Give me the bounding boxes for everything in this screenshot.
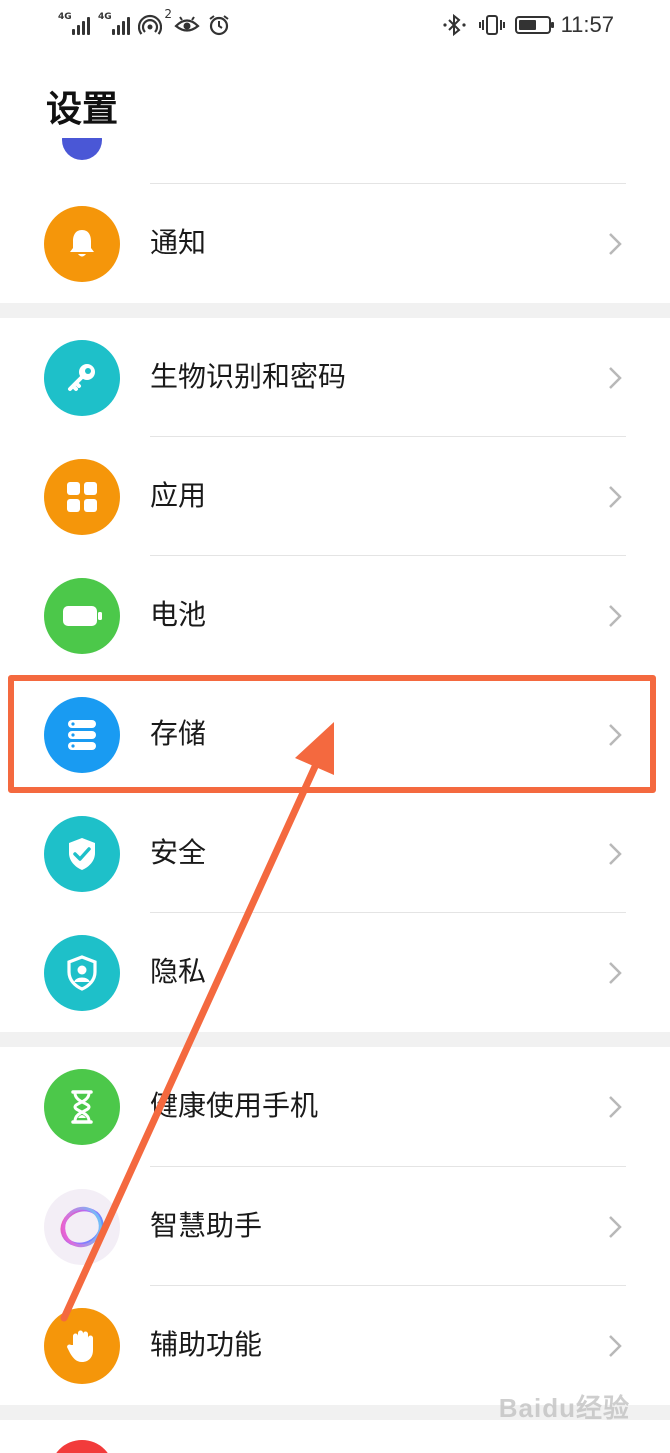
status-bar: 4G 4G 2 11:57 <box>0 0 670 52</box>
settings-item-label: 生物识别和密码 <box>150 360 347 393</box>
chevron-right-icon <box>609 1096 622 1118</box>
chevron-right-icon <box>609 605 622 627</box>
settings-item-label: 智慧助手 <box>150 1209 263 1242</box>
shield-check-icon <box>44 816 120 892</box>
settings-item-biometrics[interactable]: 生物识别和密码 <box>0 318 670 437</box>
section-separator <box>0 1032 670 1047</box>
settings-item-digital-balance[interactable]: 健康使用手机 <box>0 1047 670 1166</box>
privacy-shield-icon <box>44 935 120 1011</box>
key-icon <box>44 340 120 416</box>
battery-status-icon <box>514 16 554 34</box>
chevron-right-icon <box>609 1335 622 1357</box>
hourglass-icon <box>44 1069 120 1145</box>
bluetooth-icon <box>442 13 466 37</box>
chevron-right-icon <box>609 843 622 865</box>
watermark-logo: Baidu经验 <box>498 1393 630 1423</box>
page-title: 设置 <box>46 89 119 130</box>
clock: 11:57 <box>560 12 614 37</box>
hotspot-count: 2 <box>164 7 172 21</box>
settings-item-label: 健康使用手机 <box>150 1089 319 1122</box>
chevron-right-icon <box>609 486 622 508</box>
vibrate-icon <box>478 15 505 35</box>
settings-item-label: 通知 <box>150 226 207 259</box>
settings-item-security[interactable]: 安全 <box>0 794 670 913</box>
chevron-right-icon <box>609 233 622 255</box>
settings-item-label: 电池 <box>150 598 207 631</box>
chevron-right-icon <box>609 1216 622 1238</box>
signal-sim1-icon: 4G <box>58 13 90 35</box>
alarm-icon <box>209 15 229 36</box>
bell-icon <box>44 206 120 282</box>
eye-icon <box>174 16 200 32</box>
settings-item-smart-assistant[interactable]: 智慧助手 <box>0 1167 670 1286</box>
settings-item-battery[interactable]: 电池 <box>0 556 670 675</box>
settings-item-notifications[interactable]: 通知 <box>0 184 670 303</box>
assistant-orb-icon <box>44 1189 120 1265</box>
chevron-right-icon <box>609 367 622 389</box>
settings-item-apps[interactable]: 应用 <box>0 437 670 556</box>
hand-icon <box>44 1308 120 1384</box>
settings-item-label: 安全 <box>150 836 207 869</box>
settings-item-label: 应用 <box>150 479 207 512</box>
highlight-box <box>8 675 656 793</box>
scrolled-item-icon <box>50 1440 114 1453</box>
status-right: 11:57 <box>442 12 614 38</box>
battery-icon <box>44 578 120 654</box>
settings-item-label: 隐私 <box>150 955 207 988</box>
apps-grid-icon <box>44 459 120 535</box>
settings-item-privacy[interactable]: 隐私 <box>0 913 670 1032</box>
settings-item-label: 辅助功能 <box>150 1328 263 1361</box>
status-left: 4G 4G 2 <box>58 7 230 38</box>
scrolled-item-icon <box>62 138 102 160</box>
signal-sim2-icon: 4G <box>98 13 130 35</box>
hotspot-icon: 2 <box>137 7 172 37</box>
chevron-right-icon <box>609 962 622 984</box>
section-separator <box>0 303 670 318</box>
